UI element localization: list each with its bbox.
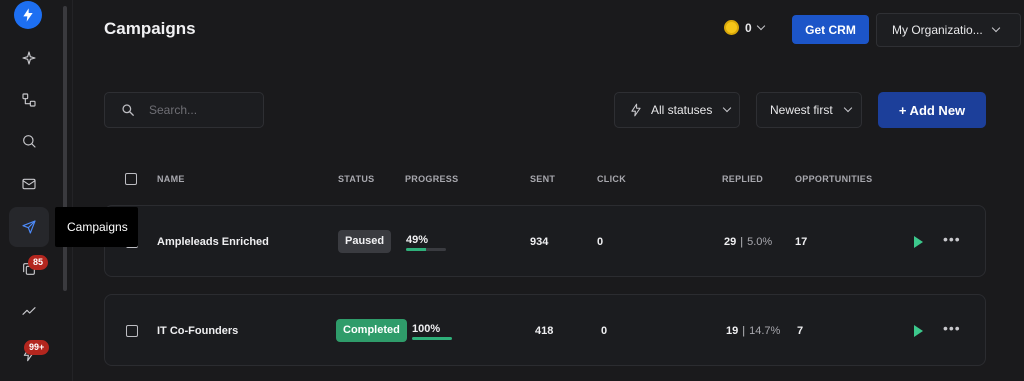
opportunities-count: 17: [795, 236, 808, 248]
play-icon[interactable]: [911, 234, 927, 250]
notifications-count-badge: 99+: [24, 340, 50, 355]
lightning-icon: [631, 103, 641, 117]
column-header-name[interactable]: NAME: [157, 174, 185, 184]
page-title: Campaigns: [104, 19, 196, 38]
credits-dropdown[interactable]: 0: [724, 20, 765, 35]
table-row[interactable]: Ampleleads Enriched Paused 49% 934 0 29 |…: [104, 205, 986, 277]
replied-percent: 14.7%: [749, 325, 781, 337]
nav-mail-icon[interactable]: [9, 164, 49, 204]
row-checkbox[interactable]: [126, 325, 138, 337]
chevron-down-icon: [756, 21, 765, 30]
sort-dropdown[interactable]: Newest first: [756, 92, 862, 128]
coin-icon: [724, 20, 739, 35]
progress-bar: [412, 337, 452, 340]
play-icon[interactable]: [911, 323, 927, 339]
click-count: 0: [601, 325, 608, 337]
logo-bolt-icon[interactable]: [14, 1, 42, 29]
column-header-click[interactable]: CLICK: [597, 174, 626, 184]
status-badge: Paused: [338, 230, 392, 253]
table-row[interactable]: IT Co-Founders Completed 100% 418 0 19 | 1…: [104, 294, 986, 366]
sort-label: Newest first: [770, 103, 833, 117]
nav-workflow-icon[interactable]: [9, 80, 49, 120]
nav-campaigns-send-icon[interactable]: [9, 207, 49, 247]
chevron-down-icon: [843, 103, 852, 113]
column-header-opportunities[interactable]: OPPORTUNITIES: [795, 174, 872, 184]
nav-ai-sparkle-icon[interactable]: [9, 38, 49, 78]
chevron-down-icon: [723, 103, 732, 113]
search-input[interactable]: [149, 103, 249, 117]
more-options-icon[interactable]: •••: [943, 321, 961, 335]
sent-count: 418: [535, 325, 554, 337]
progress-value: 49%: [406, 234, 429, 246]
organization-name: My Organizatio...: [892, 23, 983, 37]
campaign-name[interactable]: IT Co-Founders: [157, 325, 238, 337]
add-new-button[interactable]: + Add New: [878, 92, 986, 128]
replied-stats: 19 | 14.7%: [726, 325, 780, 337]
status-badge: Completed: [336, 319, 407, 342]
column-header-status[interactable]: STATUS: [338, 174, 374, 184]
sent-count: 934: [530, 236, 549, 248]
progress-bar: [406, 248, 446, 251]
click-count: 0: [597, 236, 604, 248]
inbox-count-badge: 85: [28, 255, 49, 270]
campaigns-tooltip: Campaigns: [55, 207, 138, 247]
nav-search-icon[interactable]: [9, 121, 49, 161]
progress-value: 100%: [412, 323, 441, 335]
replied-separator: |: [740, 236, 744, 248]
opportunities-count: 7: [797, 325, 804, 337]
search-box[interactable]: [104, 92, 264, 128]
search-icon: [122, 104, 134, 116]
sidebar: 85 99+: [0, 0, 58, 381]
column-header-progress[interactable]: PROGRESS: [405, 174, 458, 184]
replied-percent: 5.0%: [747, 236, 773, 248]
chevron-down-icon: [991, 23, 1000, 33]
credits-value: 0: [745, 20, 752, 35]
nav-analytics-icon[interactable]: [9, 291, 49, 331]
column-header-sent[interactable]: SENT: [530, 174, 555, 184]
progress-bar-fill: [406, 248, 426, 251]
progress-bar-fill: [412, 337, 452, 340]
replied-count: 19: [726, 325, 739, 337]
more-options-icon[interactable]: •••: [943, 232, 961, 246]
replied-count: 29: [724, 236, 737, 248]
campaign-name[interactable]: Ampleleads Enriched: [157, 236, 269, 248]
replied-stats: 29 | 5.0%: [724, 236, 772, 248]
status-filter-dropdown[interactable]: All statuses: [614, 92, 740, 128]
select-all-checkbox[interactable]: [125, 173, 137, 185]
column-header-replied[interactable]: REPLIED: [722, 174, 763, 184]
status-filter-label: All statuses: [651, 103, 713, 117]
get-crm-button[interactable]: Get CRM: [792, 15, 869, 44]
sidebar-scrollbar[interactable]: [63, 6, 67, 291]
sidebar-divider: [72, 0, 73, 381]
replied-separator: |: [742, 325, 746, 337]
organization-select[interactable]: My Organizatio...: [876, 13, 1021, 47]
